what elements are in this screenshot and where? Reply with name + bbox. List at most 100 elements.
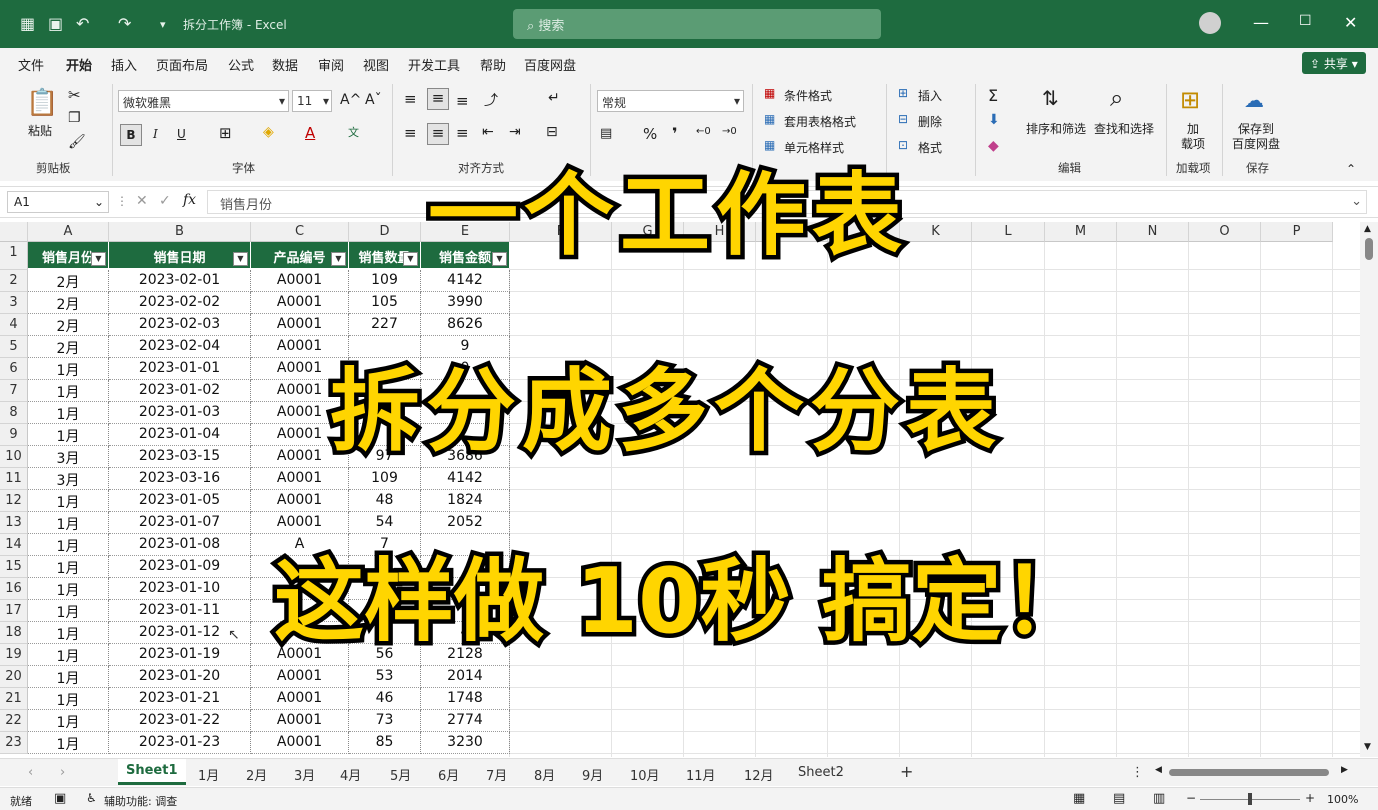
cancel-icon[interactable]: ✕: [136, 193, 148, 209]
column-header[interactable]: D: [349, 222, 421, 242]
page-break-view-icon[interactable]: ▥: [1153, 791, 1165, 806]
scroll-up-icon[interactable]: ▲: [1364, 224, 1371, 234]
scroll-right-icon[interactable]: ▶: [1341, 765, 1348, 775]
customize-qa-icon[interactable]: ▾: [160, 18, 166, 31]
increase-decimal-icon[interactable]: ←0: [696, 126, 711, 137]
table-cell[interactable]: 48: [349, 490, 421, 512]
underline-button[interactable]: U: [177, 127, 186, 141]
add-sheet-icon[interactable]: +: [900, 762, 913, 781]
table-cell[interactable]: A0001: [251, 688, 349, 710]
autosum-icon[interactable]: Σ: [988, 86, 998, 105]
macro-record-icon[interactable]: ▣: [54, 791, 66, 806]
page-layout-view-icon[interactable]: ▤: [1113, 791, 1125, 806]
table-cell[interactable]: 3230: [421, 732, 510, 754]
filter-dropdown-icon[interactable]: ▼: [331, 252, 346, 266]
table-header-cell[interactable]: 销售数量 ▼: [349, 242, 421, 268]
table-cell[interactable]: 2月: [28, 292, 109, 314]
column-header[interactable]: K: [900, 222, 972, 242]
next-sheet-icon[interactable]: ›: [60, 765, 65, 780]
scroll-thumb-horizontal[interactable]: [1169, 769, 1329, 776]
orientation-icon[interactable]: ⤴: [484, 90, 498, 110]
avatar[interactable]: [1199, 12, 1221, 34]
column-header[interactable]: O: [1189, 222, 1261, 242]
undo-icon[interactable]: ↶: [76, 14, 89, 33]
filter-dropdown-icon[interactable]: ▼: [233, 252, 248, 266]
table-cell[interactable]: 2023-01-19: [109, 644, 251, 666]
table-cell[interactable]: 2023-01-07: [109, 512, 251, 534]
table-cell[interactable]: 2023-02-02: [109, 292, 251, 314]
column-header[interactable]: L: [972, 222, 1045, 242]
row-header[interactable]: 11: [0, 468, 28, 490]
table-cell[interactable]: 8626: [421, 314, 510, 336]
table-cell[interactable]: 2023-03-15: [109, 446, 251, 468]
table-header-cell[interactable]: 销售月份 ▼: [28, 242, 109, 268]
table-cell[interactable]: 2023-01-22: [109, 710, 251, 732]
shrink-font-button[interactable]: Aˇ: [365, 92, 382, 108]
share-button[interactable]: ⇪ 共享 ▾: [1302, 52, 1366, 74]
phonetic-icon[interactable]: 文: [348, 124, 359, 140]
sheet-tab[interactable]: 7月: [486, 765, 507, 784]
table-cell[interactable]: A0001: [251, 490, 349, 512]
tab-data[interactable]: 数据: [272, 55, 298, 74]
sheet-tab[interactable]: 1月: [198, 765, 219, 784]
table-header-cell[interactable]: 产品编号 ▼: [251, 242, 349, 268]
scroll-thumb[interactable]: [1365, 238, 1373, 260]
insert-cells-button[interactable]: 插入: [918, 87, 942, 104]
table-cell[interactable]: 1月: [28, 666, 109, 688]
table-cell[interactable]: 2月: [28, 270, 109, 292]
table-cell[interactable]: A0001: [251, 270, 349, 292]
zoom-in-icon[interactable]: +: [1305, 791, 1315, 805]
tab-review[interactable]: 审阅: [318, 55, 344, 74]
table-cell[interactable]: 1月: [28, 424, 109, 446]
table-cell[interactable]: 3990: [421, 292, 510, 314]
zoom-out-icon[interactable]: −: [1186, 791, 1196, 805]
sheet-tab[interactable]: Sheet1: [118, 759, 186, 785]
currency-icon[interactable]: ▤: [600, 126, 612, 141]
table-cell[interactable]: 2023-01-11: [109, 600, 251, 622]
tab-help[interactable]: 帮助: [480, 55, 506, 74]
table-cell[interactable]: A0001: [251, 468, 349, 490]
column-header[interactable]: N: [1117, 222, 1189, 242]
filter-dropdown-icon[interactable]: ▼: [403, 252, 418, 266]
fill-icon[interactable]: ⬇: [988, 112, 1000, 128]
column-header[interactable]: M: [1045, 222, 1117, 242]
table-cell[interactable]: 1月: [28, 622, 109, 644]
sheet-tab[interactable]: 10月: [630, 765, 660, 784]
cut-icon[interactable]: ✂: [68, 86, 81, 104]
align-left-icon[interactable]: ≡: [404, 124, 417, 142]
table-cell[interactable]: 1824: [421, 490, 510, 512]
table-cell[interactable]: 1月: [28, 578, 109, 600]
table-cell[interactable]: 1月: [28, 688, 109, 710]
table-cell[interactable]: 1月: [28, 644, 109, 666]
table-cell[interactable]: 4142: [421, 270, 510, 292]
sheet-tab[interactable]: 3月: [294, 765, 315, 784]
table-cell[interactable]: 2023-02-04: [109, 336, 251, 358]
table-cell[interactable]: 2023-01-02: [109, 380, 251, 402]
paste-button[interactable]: 粘贴: [28, 122, 52, 139]
close-button[interactable]: ✕: [1344, 13, 1357, 32]
row-header[interactable]: 9: [0, 424, 28, 446]
table-cell[interactable]: A0001: [251, 710, 349, 732]
select-all-corner[interactable]: [0, 222, 28, 242]
table-cell[interactable]: 2023-01-20: [109, 666, 251, 688]
sort-filter-button[interactable]: 排序和筛选: [1026, 120, 1086, 137]
borders-icon[interactable]: ⊞: [219, 124, 232, 142]
table-cell[interactable]: 2023-01-03: [109, 402, 251, 424]
table-cell[interactable]: A0001: [251, 732, 349, 754]
percent-button[interactable]: %: [643, 125, 657, 143]
table-cell[interactable]: 1748: [421, 688, 510, 710]
table-cell[interactable]: A0001: [251, 314, 349, 336]
comma-button[interactable]: ❜: [672, 124, 678, 143]
table-cell[interactable]: 4142: [421, 468, 510, 490]
row-header[interactable]: 14: [0, 534, 28, 556]
sheet-tab[interactable]: 9月: [582, 765, 603, 784]
sheet-tab[interactable]: 2月: [246, 765, 267, 784]
table-cell[interactable]: 2023-01-10: [109, 578, 251, 600]
accessibility-icon[interactable]: ♿: [86, 791, 97, 805]
prev-sheet-icon[interactable]: ‹: [28, 765, 33, 780]
row-header[interactable]: 5: [0, 336, 28, 358]
row-header[interactable]: 13: [0, 512, 28, 534]
insert-function-button[interactable]: fx: [183, 192, 196, 208]
sheet-tab[interactable]: 5月: [390, 765, 411, 784]
table-cell[interactable]: 2月: [28, 314, 109, 336]
